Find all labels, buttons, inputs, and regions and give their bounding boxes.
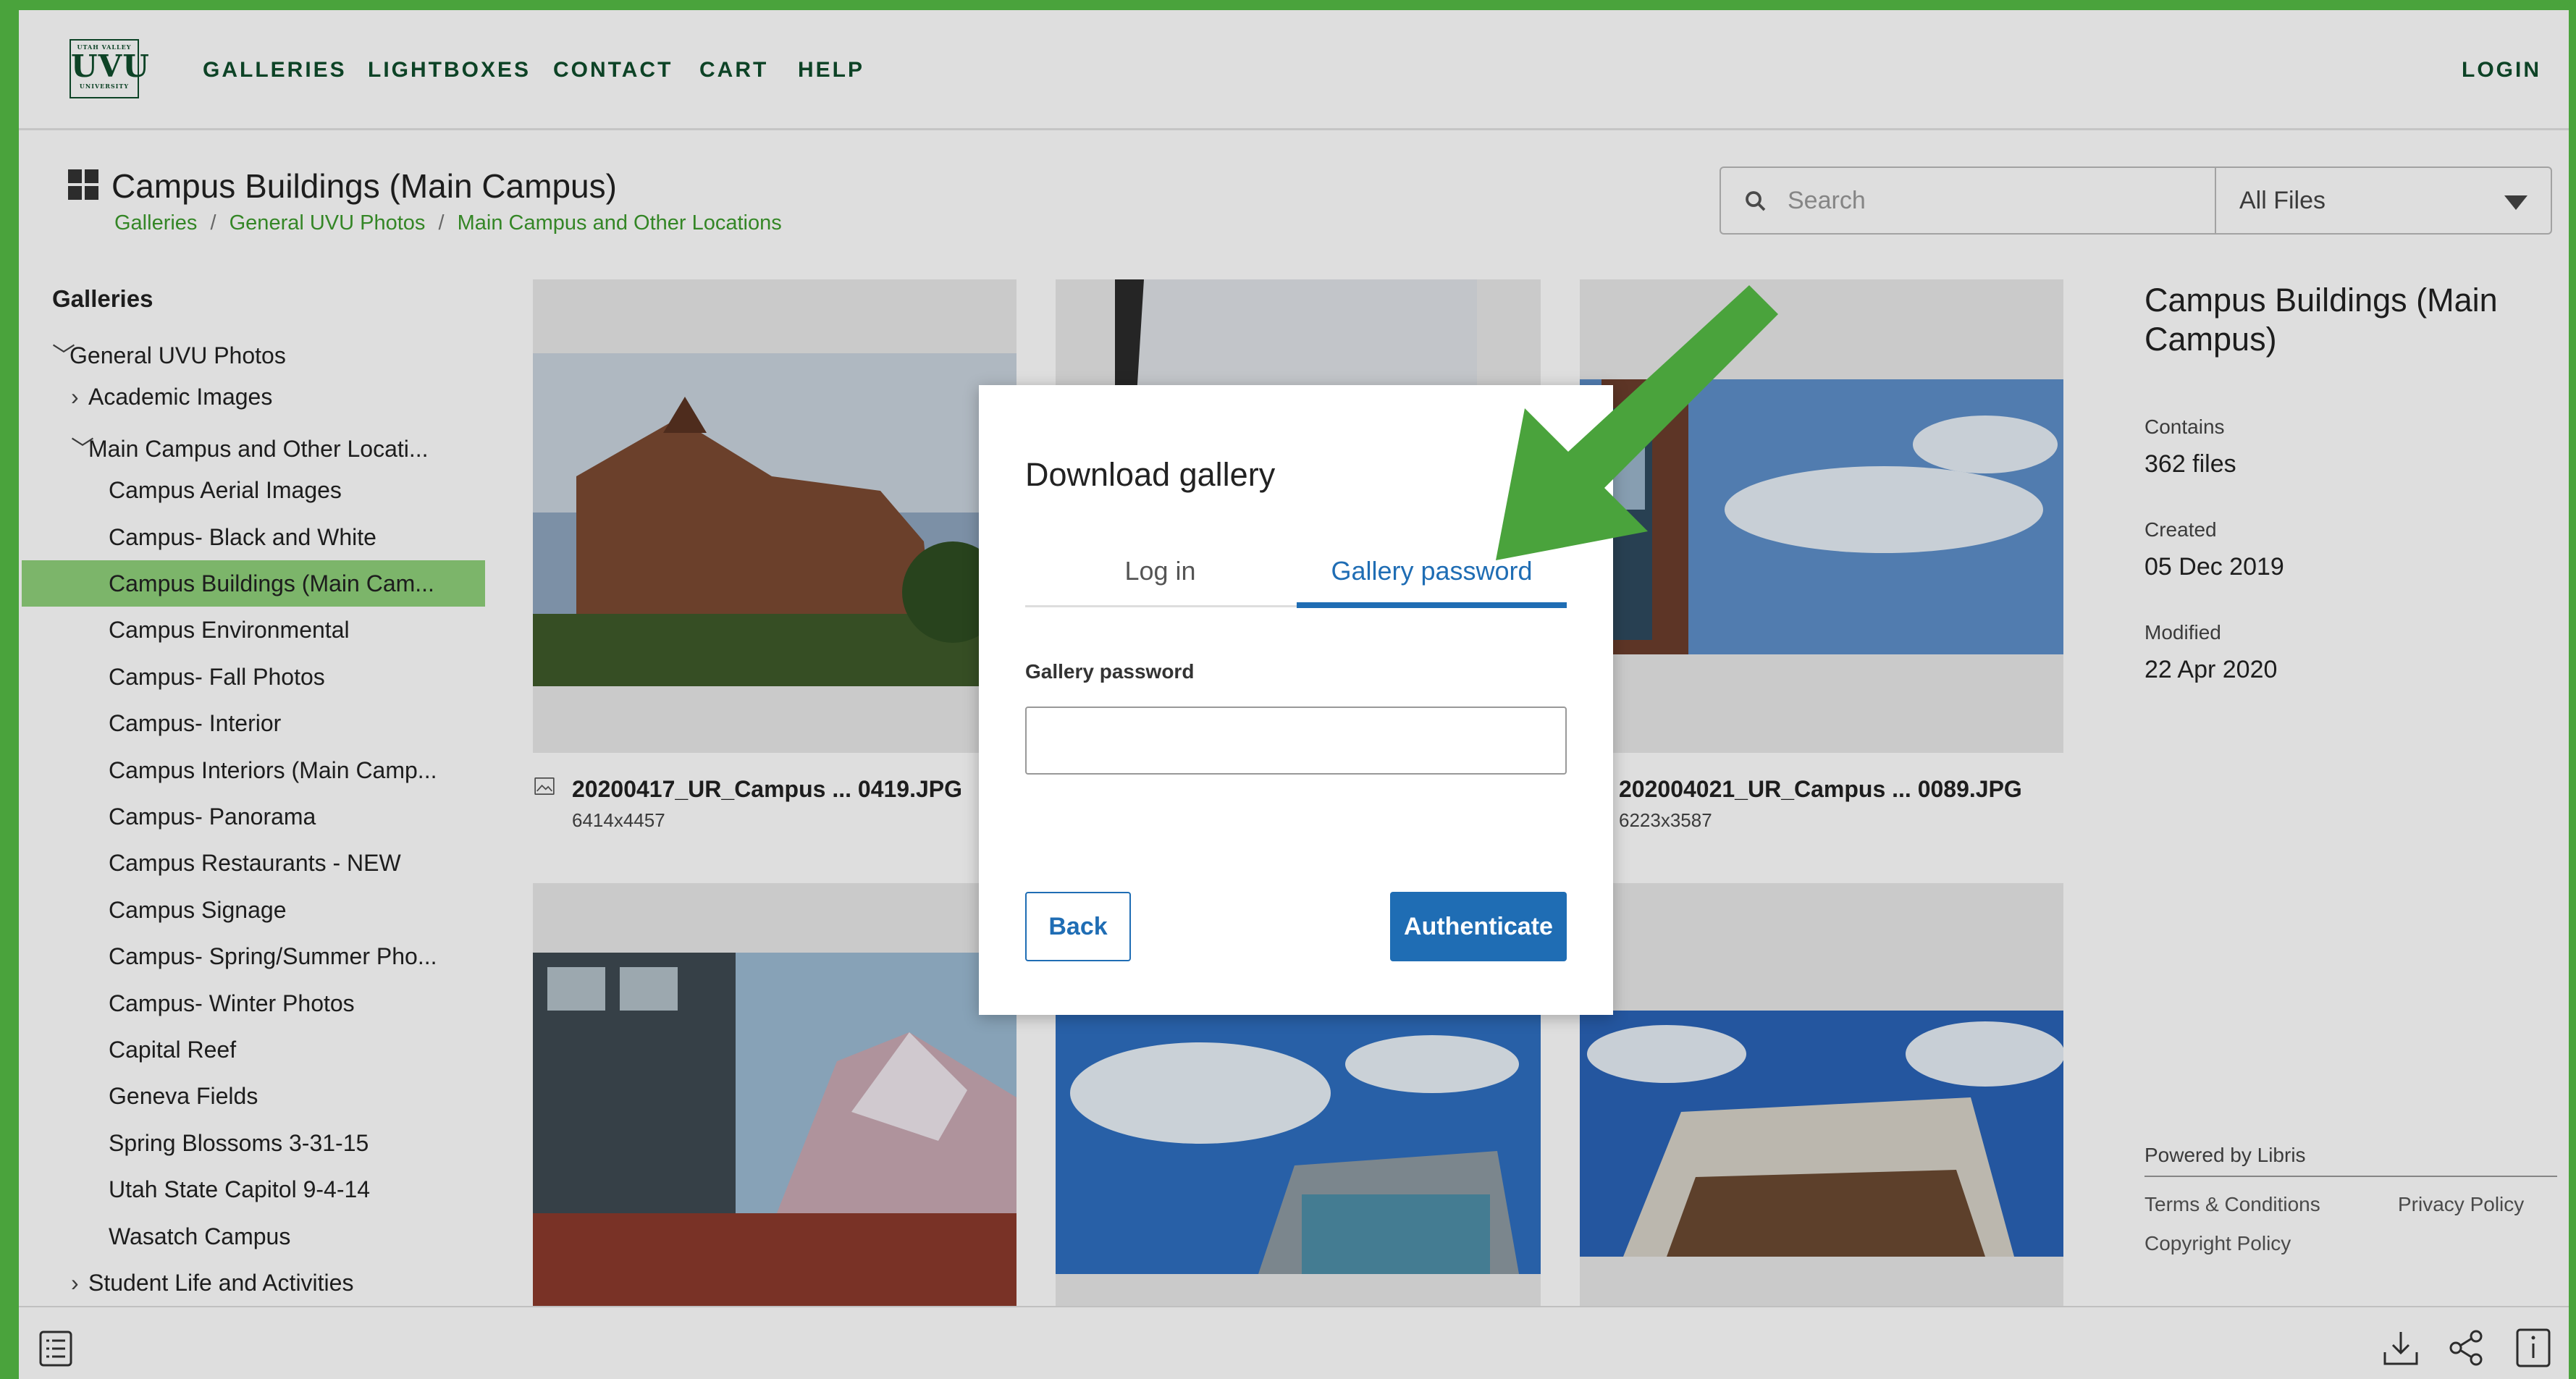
dialog-title: Download gallery [1025,456,1276,493]
back-button[interactable]: Back [1025,892,1131,961]
tab-log-in[interactable]: Log in [1025,556,1295,586]
password-field-label: Gallery password [1025,660,1195,683]
annotation-arrow [1496,285,1778,560]
gallery-password-input[interactable] [1025,707,1567,775]
app-window: UTAH VALLEY UVU UNIVERSITY GALLERIES LIG… [19,10,2569,1379]
active-tab-indicator [1297,602,1567,608]
authenticate-button[interactable]: Authenticate [1390,892,1567,961]
